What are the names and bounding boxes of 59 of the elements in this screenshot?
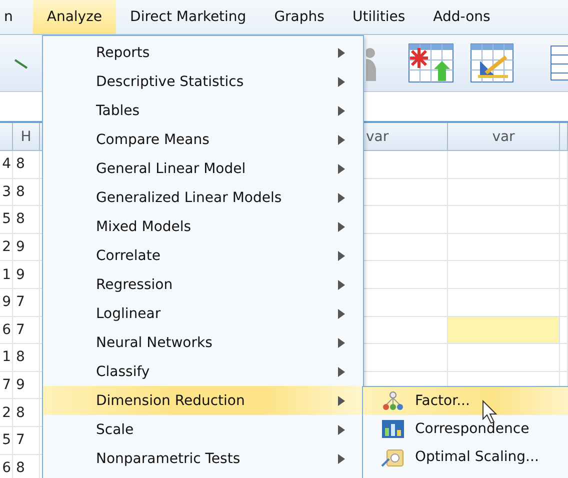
- cursor-icon: [482, 400, 500, 424]
- menu-item[interactable]: Generalized Linear Models: [43, 183, 363, 212]
- menu-item[interactable]: Loglinear: [43, 299, 363, 328]
- column-header[interactable]: var: [448, 123, 560, 151]
- menu-bar-item[interactable]: Direct Marketing: [116, 0, 260, 34]
- menu-bar-item[interactable]: n: [0, 0, 33, 34]
- table-icon[interactable]: [550, 45, 568, 81]
- menu-item[interactable]: Correlate: [43, 241, 363, 270]
- table-cell: 7: [0, 372, 13, 400]
- hierarchy-icon: [381, 391, 405, 411]
- table-cell: 8: [13, 178, 40, 206]
- menu-item[interactable]: General Linear Model: [43, 154, 363, 183]
- menu-item[interactable]: Compare Means: [43, 125, 363, 154]
- table-cell: 7: [13, 316, 40, 344]
- column-header[interactable]: var: [362, 123, 448, 151]
- menu-item[interactable]: Reports: [43, 38, 363, 67]
- table-cell: 8: [13, 344, 40, 372]
- table-cell: 8: [13, 399, 40, 427]
- scaling-icon: [381, 447, 405, 467]
- column-header[interactable]: H: [13, 123, 40, 151]
- table-cell: 3: [0, 178, 13, 206]
- menu-item[interactable]: Descriptive Statistics: [43, 67, 363, 96]
- table-cell: 1: [0, 344, 13, 372]
- table-cell: 1: [0, 261, 13, 289]
- table-delete-icon[interactable]: [408, 43, 454, 83]
- menu-bar-item[interactable]: Graphs: [260, 0, 338, 34]
- menu-item[interactable]: Nonparametric Tests: [43, 444, 363, 473]
- table-cell: 8: [13, 151, 40, 179]
- table-cell: 5: [0, 206, 13, 234]
- table-cell: 2: [0, 234, 13, 262]
- table-cell: 9: [0, 288, 13, 317]
- menu-item[interactable]: Scale: [43, 415, 363, 444]
- table-cell: 6: [0, 454, 13, 478]
- table-cell: 7: [13, 426, 40, 455]
- table-cell: 6: [0, 316, 13, 344]
- menu-item[interactable]: Correspondence: [363, 415, 568, 443]
- chart-icon: [381, 419, 405, 439]
- table-cell: 8: [13, 454, 40, 478]
- menu-item[interactable]: Classify: [43, 357, 363, 386]
- table-cell: 9: [13, 372, 40, 400]
- line-icon: [14, 59, 28, 69]
- table-cell: 2: [0, 399, 13, 427]
- menu-item[interactable]: Optimal Scaling...: [363, 443, 568, 471]
- table-cell: 7: [13, 288, 40, 317]
- menu-item[interactable]: Factor...: [363, 387, 568, 415]
- table-cell: 4: [0, 151, 13, 179]
- menu-item[interactable]: Mixed Models: [43, 212, 363, 241]
- menu-bar-item[interactable]: Utilities: [338, 0, 420, 34]
- table-cell: 9: [13, 261, 40, 289]
- menu-bar-item[interactable]: Add-ons: [419, 0, 504, 34]
- menu-item[interactable]: Dimension Reduction: [43, 386, 363, 415]
- table-cell: 9: [13, 234, 40, 262]
- menu-bar-item[interactable]: Analyze: [32, 0, 116, 34]
- menu-item[interactable]: Tables: [43, 96, 363, 125]
- menu-item[interactable]: Neural Networks: [43, 328, 363, 357]
- menu-item[interactable]: Regression: [43, 270, 363, 299]
- table-cell: 8: [13, 206, 40, 234]
- table-cell: 5: [0, 426, 13, 455]
- table-edit-icon[interactable]: [470, 43, 514, 83]
